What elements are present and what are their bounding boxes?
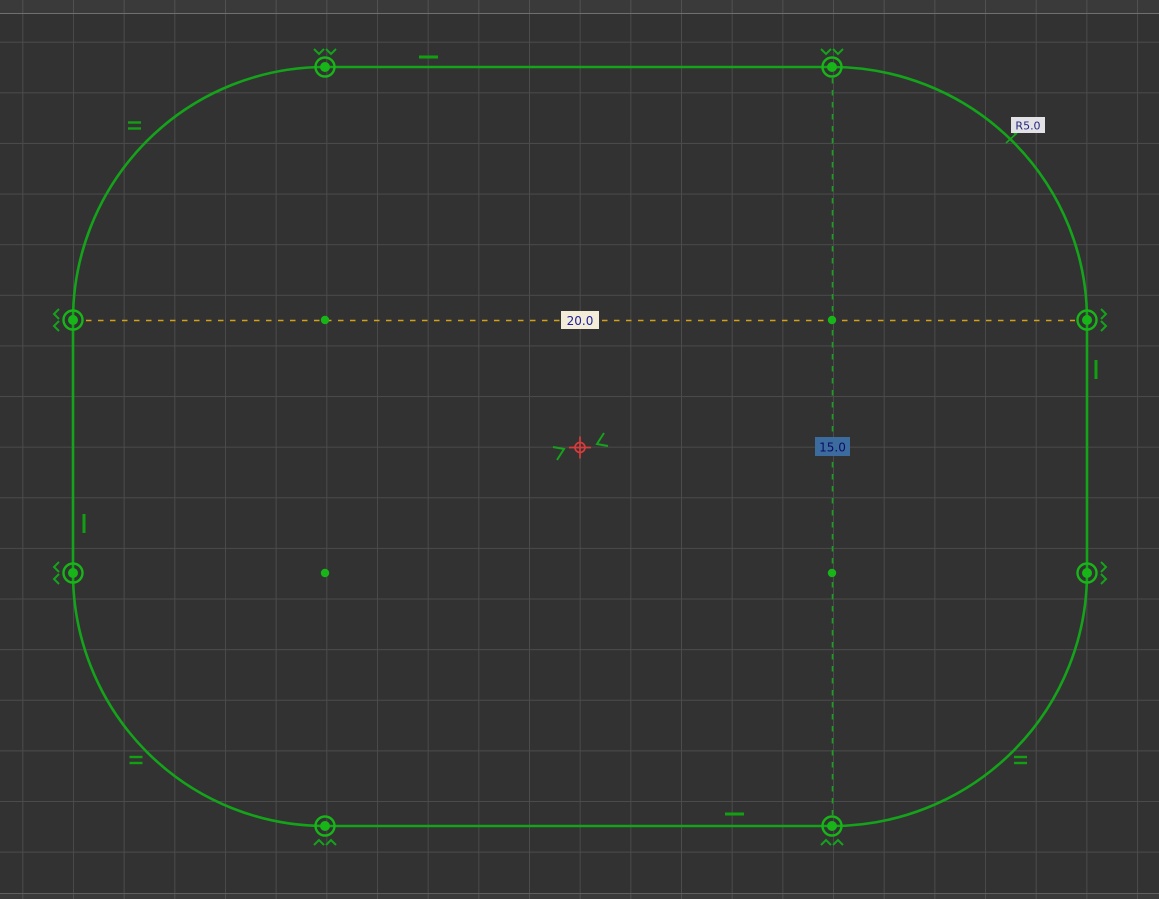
grid-top-margin xyxy=(0,0,1159,13)
cad-sketch-editor-viewport: 20.0 15.0 R5.0 xyxy=(0,0,1159,899)
width-dimension-label[interactable]: 20.0 xyxy=(561,311,599,329)
arc-center-point[interactable] xyxy=(828,316,836,324)
arc-center-point[interactable] xyxy=(321,316,329,324)
arc-center-point[interactable] xyxy=(321,569,329,577)
width-dimension-value[interactable]: 20.0 xyxy=(567,314,594,328)
arc-center-point[interactable] xyxy=(828,569,836,577)
height-dimension-label[interactable]: 15.0 xyxy=(815,437,850,456)
height-dimension-value[interactable]: 15.0 xyxy=(819,441,846,455)
radius-dimension-value[interactable]: R5.0 xyxy=(1015,120,1040,133)
radius-dimension-label[interactable]: R5.0 xyxy=(1011,117,1045,133)
